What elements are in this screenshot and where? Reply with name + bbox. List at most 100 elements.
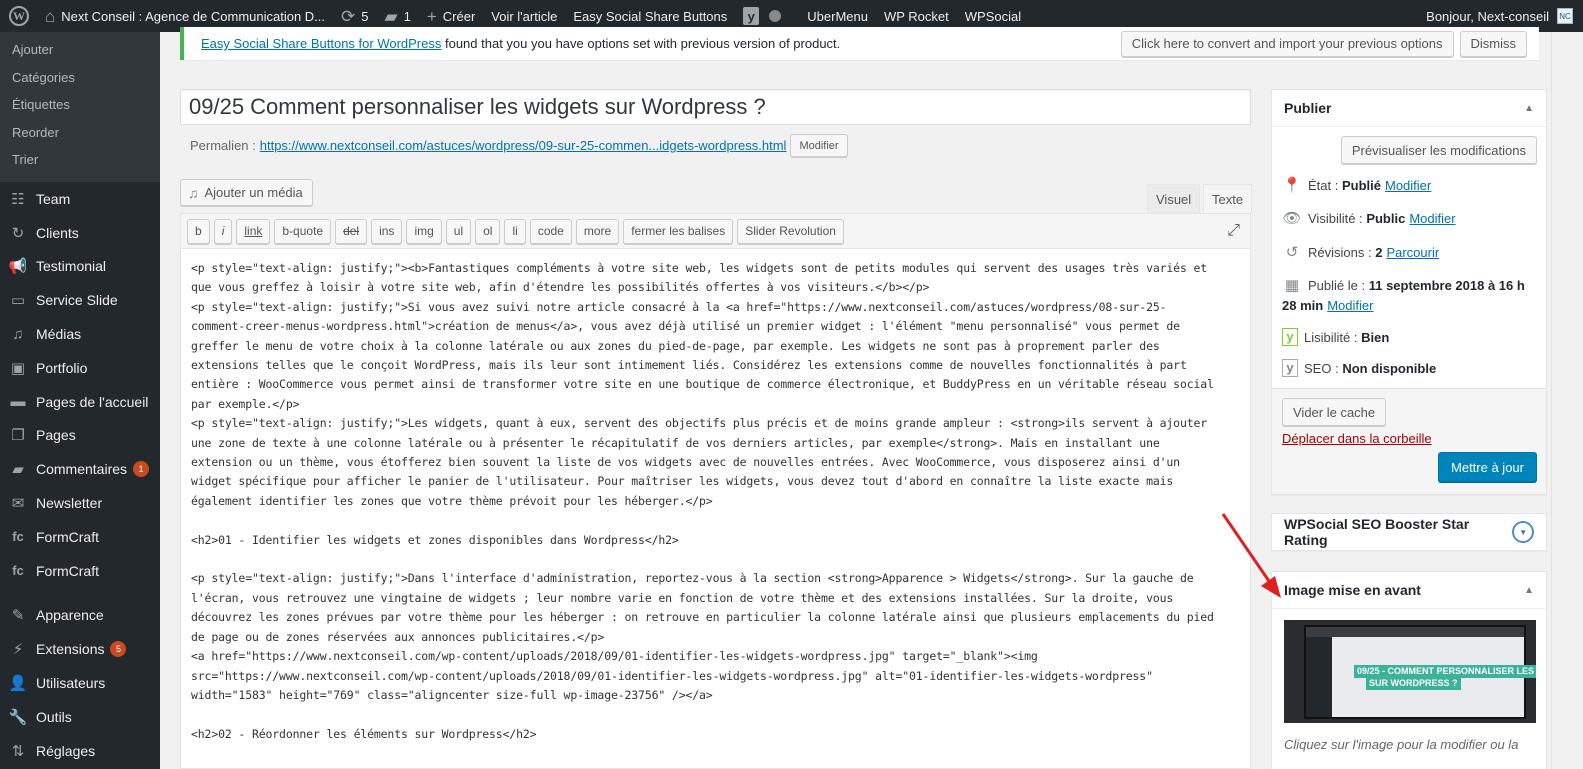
- content-line: width="1583" height="769" class="alignce…: [191, 687, 713, 702]
- quicktag-code-button[interactable]: code: [529, 218, 572, 244]
- sidebar-item-réglages[interactable]: ⇅ Réglages: [0, 734, 160, 768]
- clear-cache-button[interactable]: Vider le cache: [1282, 398, 1387, 426]
- sidebar-item-extensions[interactable]: ⚡ Extensions 5: [0, 632, 160, 666]
- add-media-button[interactable]: ♫ Ajouter un média: [180, 179, 313, 206]
- post-title-input[interactable]: 09/25 Comment personnaliser les widgets …: [180, 89, 1251, 125]
- content-line: <p style="text-align: justify;">Dans l'i…: [191, 571, 1194, 586]
- fullscreen-icon[interactable]: ⤢: [1227, 222, 1240, 240]
- count-badge: 5: [110, 641, 127, 658]
- sidebar-item-label: Médias: [36, 326, 82, 343]
- wpsocial-box-header[interactable]: WPSocial SEO Booster Star Rating ▼: [1272, 514, 1546, 550]
- revisions-browse-link[interactable]: Parcourir: [1386, 245, 1439, 260]
- preview-changes-button[interactable]: Prévisualiser les modifications: [1340, 136, 1537, 164]
- quicktag-slider-revolution-button[interactable]: Slider Revolution: [737, 218, 844, 244]
- quicktag-li-button[interactable]: li: [504, 218, 526, 244]
- quicktag-ul-button[interactable]: ul: [445, 218, 472, 244]
- submenu-item-tags[interactable]: Étiquettes: [0, 91, 160, 119]
- thumbnail-sidebar: [1306, 637, 1332, 717]
- submenu-item-sort[interactable]: Trier: [0, 146, 160, 174]
- quicktag-ol-button[interactable]: ol: [475, 218, 501, 244]
- new-content-label: Créer: [442, 8, 476, 24]
- megaphone-icon: 📢: [8, 258, 28, 276]
- sidebar-item-label: Portfolio: [36, 359, 88, 376]
- quicktag-b-quote-button[interactable]: b-quote: [274, 218, 332, 244]
- revisions-value: 2: [1375, 245, 1383, 260]
- sidebar-item-label: Testimonial: [36, 258, 107, 275]
- quicktag-fermer-les-balises-button[interactable]: fermer les balises: [623, 218, 734, 244]
- content-line: découvrez les zones prévues par votre th…: [191, 610, 1214, 625]
- content-line: <p style="text-align: justify;">Si vous …: [191, 299, 1167, 314]
- content-line: <a href="https://www.nextconseil.com/wp-…: [191, 649, 1038, 664]
- status-modify-link[interactable]: Modifier: [1385, 178, 1431, 193]
- sidebar-item-commentaires[interactable]: ▰ Commentaires 1: [0, 452, 160, 486]
- view-post-label: Voir l'article: [491, 8, 558, 24]
- collapse-arrow-icon[interactable]: ▲: [1524, 585, 1534, 596]
- quicktag-link-button[interactable]: link: [236, 218, 271, 244]
- pin-icon: 📍: [1282, 177, 1302, 194]
- quicktag-i-button[interactable]: i: [213, 218, 233, 244]
- featured-image-thumbnail[interactable]: 09/25 - COMMENT PERSONNALISER LES WIDGET…: [1284, 620, 1536, 723]
- expand-circle-icon[interactable]: ▼: [1512, 521, 1534, 543]
- content-textarea[interactable]: <p style="text-align: justify;"><b>Fanta…: [181, 249, 1250, 769]
- ubermenu-label: UberMenu: [807, 8, 868, 24]
- submenu-item-categories[interactable]: Catégories: [0, 64, 160, 92]
- content-line: comment-creer-menus-wordpress.html">créa…: [191, 319, 1180, 334]
- sidebar-item-label: Outils: [36, 708, 72, 725]
- tab-text[interactable]: Texte: [1203, 184, 1253, 214]
- featured-image-header[interactable]: Image mise en avant ▲: [1272, 572, 1546, 609]
- content-line: l'écran, vous retrouvez une vingtaine de…: [191, 590, 1174, 605]
- date-modify-link[interactable]: Modifier: [1327, 298, 1373, 313]
- quicktag-b-button[interactable]: b: [187, 218, 210, 244]
- thumbnail-caption-2: SUR WORDPRESS ?: [1366, 677, 1461, 690]
- permalink-edit-button[interactable]: Modifier: [790, 134, 848, 157]
- update-button[interactable]: Mettre à jour: [1438, 452, 1537, 482]
- visibility-value: Public: [1366, 211, 1406, 226]
- wpsocial-box: WPSocial SEO Booster Star Rating ▼: [1271, 513, 1547, 551]
- sidebar-item-service-slide[interactable]: ▭ Service Slide: [0, 283, 160, 317]
- sidebar-item-newsletter[interactable]: ✉ Newsletter: [0, 486, 160, 520]
- status-value: Publié: [1341, 178, 1381, 193]
- quicktag-ins-button[interactable]: ins: [371, 218, 403, 244]
- quicktag-del-button[interactable]: del: [335, 218, 368, 244]
- sidebar-item-pages-de-l-accueil[interactable]: ▬ Pages de l'accueil: [0, 385, 160, 419]
- sidebar-item-apparence[interactable]: ✎ Apparence: [0, 599, 160, 633]
- plugin-icon: ⚡: [12, 641, 24, 659]
- convert-options-button[interactable]: Click here to convert and import your pr…: [1120, 30, 1454, 57]
- sidebar-item-formcraft[interactable]: fc FormCraft: [0, 520, 160, 554]
- sidebar-item-clients[interactable]: ↻ Clients: [0, 216, 160, 250]
- posts-submenu: Ajouter Catégories Étiquettes Reorder Tr…: [0, 32, 160, 182]
- seo-value: Non disponible: [1342, 361, 1437, 376]
- quicktag-more-button[interactable]: more: [575, 218, 620, 244]
- permalink-url[interactable]: https://www.nextconseil.com/astuces/word…: [260, 138, 787, 153]
- sidebar-item-formcraft[interactable]: fc FormCraft: [0, 554, 160, 588]
- notice-plugin-link[interactable]: Easy Social Share Buttons for WordPress: [201, 36, 441, 51]
- collapse-arrow-icon[interactable]: ▲: [1524, 103, 1534, 114]
- sidebar-item-médias[interactable]: ♫ Médias: [0, 317, 160, 351]
- submenu-item-reorder[interactable]: Reorder: [0, 119, 160, 147]
- visibility-modify-link[interactable]: Modifier: [1409, 211, 1455, 226]
- content-line: par exemple.</p>: [191, 396, 300, 411]
- sidebar-item-team[interactable]: ☷ Team: [0, 182, 160, 216]
- wp-logo-menu[interactable]: W: [0, 0, 37, 32]
- move-to-trash-link[interactable]: Déplacer dans la corbeille: [1282, 431, 1432, 446]
- sidebar-item-pages[interactable]: ❐ Pages: [0, 419, 160, 453]
- sidebar-item-outils[interactable]: 🔧 Outils: [0, 700, 160, 734]
- sidebar-item-testimonial[interactable]: 📢 Testimonial: [0, 250, 160, 284]
- readability-label: Lisibilité :: [1304, 330, 1358, 345]
- content-line: que vous greffez à loisir à votre site w…: [191, 280, 930, 295]
- published-value-2: 28 min: [1282, 298, 1324, 313]
- sidebar-item-utilisateurs[interactable]: 👤 Utilisateurs: [0, 666, 160, 700]
- count-badge: 1: [133, 461, 150, 478]
- sidebar-item-label: Team: [36, 190, 71, 207]
- paintbrush-icon: ✎: [11, 607, 25, 625]
- wpsocial-label: WPSocial: [964, 8, 1022, 24]
- envelope-icon: ✉: [11, 495, 25, 513]
- publish-box-header[interactable]: Publier ▲: [1272, 90, 1546, 127]
- permalink-row: Permalien : https://www.nextconseil.com/…: [190, 134, 848, 157]
- quicktag-img-button[interactable]: img: [406, 218, 442, 244]
- menu-separator: [0, 588, 160, 599]
- submenu-item-add[interactable]: Ajouter: [0, 36, 160, 64]
- tab-visual[interactable]: Visuel: [1147, 184, 1201, 213]
- sidebar-item-portfolio[interactable]: ▣ Portfolio: [0, 351, 160, 385]
- dismiss-button[interactable]: Dismiss: [1459, 30, 1527, 57]
